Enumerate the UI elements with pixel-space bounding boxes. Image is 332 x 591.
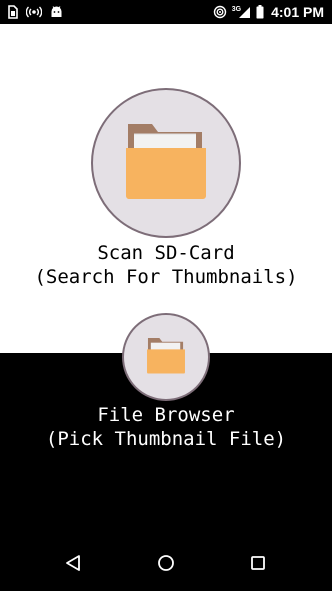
scan-title: Scan SD-Card xyxy=(97,242,235,264)
signal-icon: 3G xyxy=(232,6,251,19)
clock: 4:01 PM xyxy=(271,4,324,20)
scan-subtitle: (Search For Thumbnails) xyxy=(34,266,298,288)
navigation-bar xyxy=(0,538,332,591)
file-browser-caption[interactable]: File Browser (Pick Thumbnail File) xyxy=(0,403,332,451)
sim-card-icon xyxy=(8,5,18,19)
browser-subtitle: (Pick Thumbnail File) xyxy=(45,428,287,450)
home-button[interactable] xyxy=(152,551,180,579)
folder-icon xyxy=(126,122,206,204)
home-icon xyxy=(157,554,175,576)
back-icon xyxy=(64,554,82,576)
browser-title: File Browser xyxy=(97,404,235,426)
android-icon xyxy=(50,6,63,18)
file-browser-button[interactable] xyxy=(122,313,210,401)
recent-apps-icon xyxy=(250,555,266,575)
cast-icon xyxy=(213,5,227,19)
battery-icon xyxy=(256,5,264,19)
recent-apps-button[interactable] xyxy=(244,551,272,579)
folder-icon xyxy=(147,337,185,378)
radio-broadcast-icon xyxy=(26,6,42,18)
scan-sd-card-button[interactable] xyxy=(91,88,241,238)
scan-sd-card-caption[interactable]: Scan SD-Card (Search For Thumbnails) xyxy=(0,241,332,289)
status-bar: 3G 4:01 PM xyxy=(0,0,332,24)
back-button[interactable] xyxy=(59,551,87,579)
